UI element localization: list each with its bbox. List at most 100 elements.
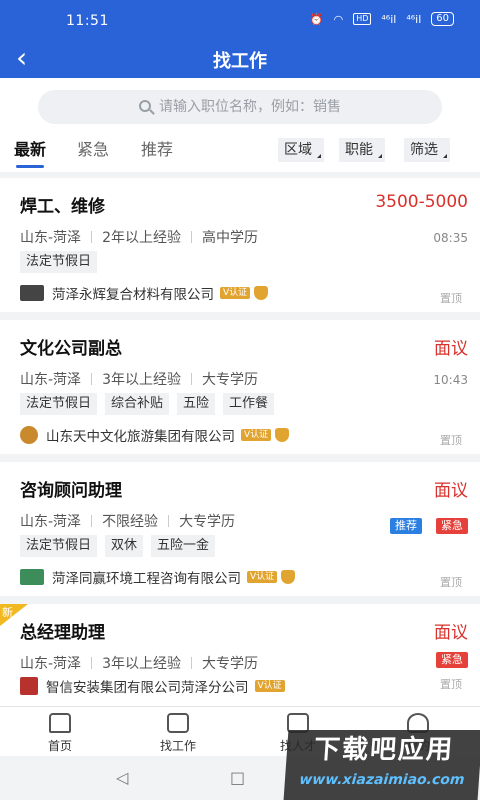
filter-function[interactable]: 职能 [339,138,385,162]
nav-home[interactable]: 首页 [20,713,100,754]
system-home-icon[interactable]: □ [230,768,245,787]
job-tags: 法定节假日 双休 五险一金 [20,535,216,557]
search-area: 请输入职位名称，例如：销售 [0,78,480,136]
search-placeholder: 请输入职位名称，例如：销售 [159,99,341,115]
page-title: 找工作 [213,51,267,72]
nav-label: 首页 [47,739,72,753]
job-tag: 法定节假日 [20,535,98,557]
watermark: 下载吧应用 www.xiazaimiao.com [283,730,480,800]
hd-icon: HD [353,13,372,25]
nav-find-job[interactable]: 找工作 [138,713,218,754]
job-card[interactable]: 焊工、维修 3500-5000 山东-菏泽 2年以上经验 高中学历 08:35 … [0,178,480,312]
company-row: 菏泽永辉复合材料有限公司 V认证 [20,283,269,303]
job-education: 大专学历 [201,656,258,672]
tab-recommend[interactable]: 推荐 [141,136,173,160]
alarm-icon: ⏰ [309,12,324,26]
post-time: 10:43 [433,373,468,387]
search-input[interactable]: 请输入职位名称，例如：销售 [38,90,442,124]
battery-icon: 60 [431,12,454,26]
nav-label: 找工作 [159,739,196,753]
verified-badge: V认证 [241,429,272,441]
job-tags: 法定节假日 [20,251,98,273]
status-bar: 11:51 ⏰ ◠ HD ⁴⁶il ⁴⁶il 60 [0,0,480,40]
job-salary: 3500-5000 [375,192,468,212]
briefcase-icon [167,713,189,733]
company-logo [20,677,38,695]
job-meta: 山东-菏泽 3年以上经验 大专学历 [20,369,258,389]
company-logo [20,426,38,444]
job-experience: 3年以上经验 [102,656,181,672]
title-bar: ‹ 找工作 [0,40,480,78]
signal-icon: ⁴⁶il [381,12,397,26]
job-meta: 山东-菏泽 3年以上经验 大专学历 [20,653,258,673]
verified-badge: V认证 [220,287,251,299]
job-tag: 五险一金 [151,535,216,557]
status-time: 11:51 [66,13,109,29]
pinned-label: 置顶 [440,292,462,305]
pinned-label: 置顶 [440,576,462,589]
post-time: 08:35 [433,231,468,245]
job-tag: 法定节假日 [20,251,98,273]
filter-region[interactable]: 区域 [278,138,324,162]
job-meta: 山东-菏泽 2年以上经验 高中学历 [20,227,258,247]
filter-screen[interactable]: 筛选 [404,138,450,162]
job-tags: 法定节假日 综合补贴 五险 工作餐 [20,393,275,415]
job-card[interactable]: 文化公司副总 面议 山东-菏泽 3年以上经验 大专学历 10:43 法定节假日 … [0,320,480,454]
job-experience: 3年以上经验 [102,372,181,388]
job-card[interactable]: 咨询顾问助理 面议 山东-菏泽 不限经验 大专学历 推荐 紧急 法定节假日 双休… [0,462,480,596]
company-name: 山东天中文化旅游集团有限公司 [46,429,235,445]
company-row: 菏泽同赢环境工程咨询有限公司 V认证 [20,567,296,587]
company-row: 山东天中文化旅游集团有限公司 V认证 [20,425,290,445]
job-salary: 面议 [434,481,468,501]
company-name: 智信安装集团有限公司菏泽分公司 [46,680,249,696]
tab-urgent[interactable]: 紧急 [77,136,109,160]
verified-badge: V认证 [247,571,278,583]
home-icon [49,713,71,733]
job-education: 大专学历 [179,514,236,530]
watermark-title: 下载吧应用 [312,735,456,765]
urgent-badge: 紧急 [436,652,468,668]
job-title: 焊工、维修 [20,197,105,217]
company-logo [20,569,44,585]
wifi-icon: ◠ [333,12,344,26]
pinned-label: 置顶 [440,678,462,691]
job-experience: 不限经验 [102,514,159,530]
job-location: 山东-菏泽 [20,514,82,530]
search-icon [139,100,151,112]
verified-badge: V认证 [254,680,285,692]
job-location: 山东-菏泽 [20,230,82,246]
tab-latest[interactable]: 最新 [14,136,46,168]
job-salary: 面议 [434,623,468,643]
job-tag: 五险 [177,393,216,415]
status-icons: ⏰ ◠ HD ⁴⁶il ⁴⁶il 60 [310,12,454,26]
shield-icon [281,570,296,584]
job-title: 文化公司副总 [20,339,122,359]
system-back-icon[interactable]: ◁ [116,768,128,787]
pinned-label: 置顶 [440,434,462,447]
shield-icon [254,286,269,300]
company-name: 菏泽永辉复合材料有限公司 [52,287,214,303]
job-salary: 面议 [434,339,468,359]
urgent-badge: 紧急 [436,518,468,534]
job-tag: 综合补贴 [105,393,170,415]
job-location: 山东-菏泽 [20,656,82,672]
job-location: 山东-菏泽 [20,372,82,388]
job-title: 咨询顾问助理 [20,481,122,501]
job-tag: 工作餐 [223,393,275,415]
job-title: 总经理助理 [20,623,105,643]
job-meta: 山东-菏泽 不限经验 大专学历 [20,511,235,531]
watermark-url: www.xiazaimiao.com [298,772,466,788]
job-education: 高中学历 [201,230,258,246]
job-experience: 2年以上经验 [102,230,181,246]
job-education: 大专学历 [201,372,258,388]
signal-icon: ⁴⁶il [406,12,422,26]
company-row: 智信安装集团有限公司菏泽分公司 V认证 [20,676,285,696]
tab-bar: 最新 紧急 推荐 区域 职能 筛选 [0,136,480,172]
job-card[interactable]: 新 总经理助理 面议 山东-菏泽 3年以上经验 大专学历 紧急 智信安装集团有限… [0,604,480,706]
recommend-badge: 推荐 [390,518,422,534]
shield-icon [275,428,290,442]
job-tag: 法定节假日 [20,393,98,415]
company-logo [20,285,44,301]
job-tag: 双休 [105,535,144,557]
company-name: 菏泽同赢环境工程咨询有限公司 [52,571,241,587]
